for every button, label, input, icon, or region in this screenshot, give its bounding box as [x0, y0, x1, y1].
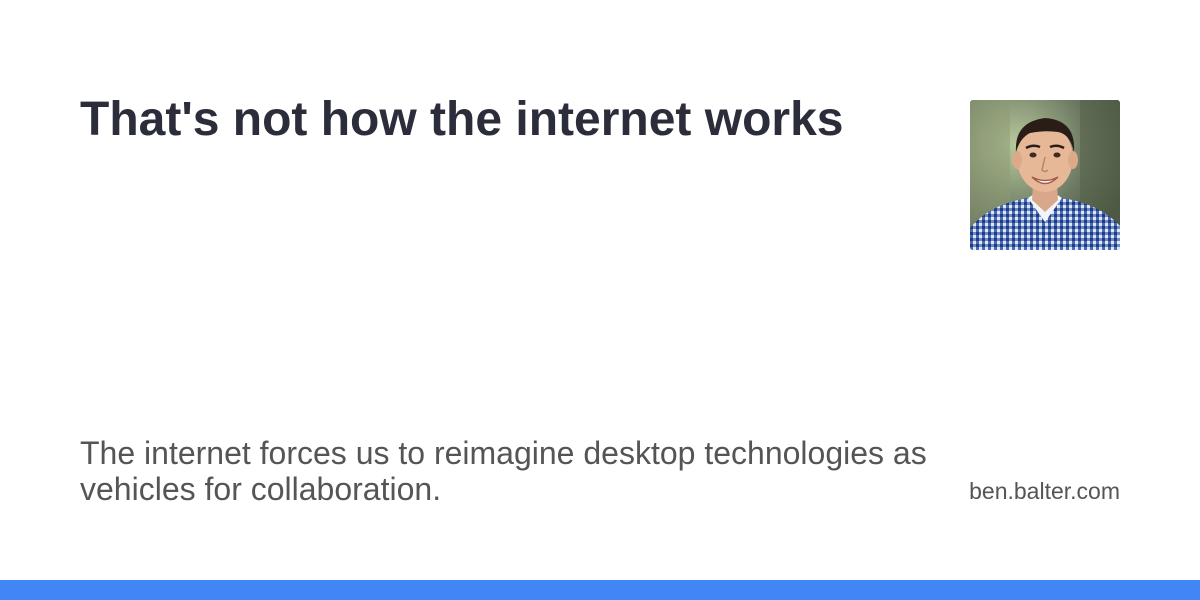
site-url: ben.balter.com [969, 478, 1120, 504]
page-description: The internet forces us to reimagine desk… [80, 435, 927, 507]
author-photo-icon [970, 100, 1120, 250]
social-card: That's not how the internet works The in… [0, 0, 1200, 600]
author-avatar [970, 100, 1120, 250]
accent-bar [0, 580, 1200, 600]
page-title: That's not how the internet works [80, 93, 844, 146]
